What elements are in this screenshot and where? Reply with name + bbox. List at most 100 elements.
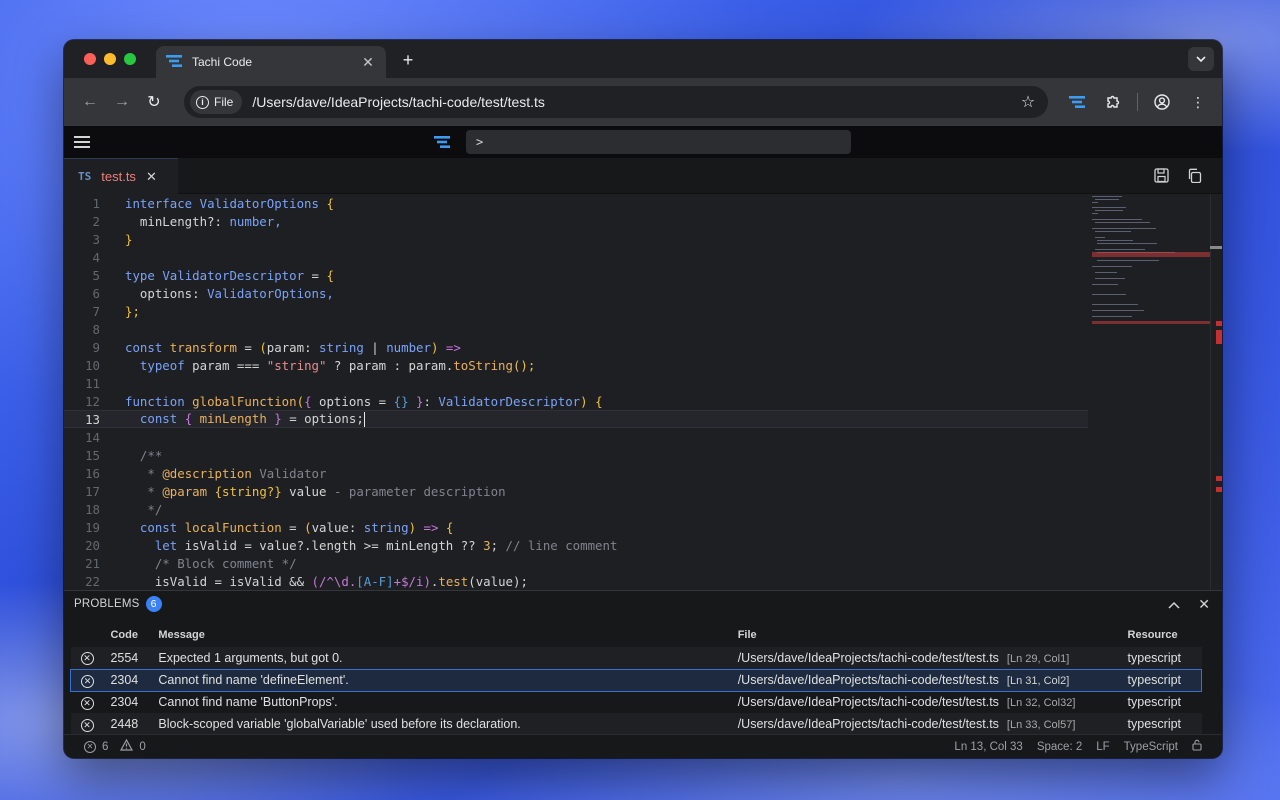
code-line: 20 let isValid = value?.length >= minLen… [64, 536, 1088, 554]
line-source: * @description Validator [147, 465, 327, 481]
command-palette-input[interactable]: > [466, 130, 851, 154]
minimap-line [1097, 260, 1159, 261]
line-source: */ [147, 501, 163, 517]
language-mode[interactable]: TypeScript [1124, 741, 1178, 753]
col-resource[interactable]: Resource [1124, 623, 1202, 647]
back-button[interactable]: ← [74, 86, 106, 118]
col-message[interactable]: Message [154, 623, 733, 647]
editor-tab-filename: test.ts [101, 169, 136, 184]
code-lines: 1 interface ValidatorOptions { 2 minLengt… [64, 194, 1088, 590]
close-icon[interactable]: ✕ [146, 169, 157, 185]
line-ending[interactable]: LF [1096, 741, 1109, 753]
info-icon: i [196, 95, 209, 109]
table-row[interactable]: ✕ 2554 Expected 1 arguments, but got 0. … [70, 647, 1202, 669]
problem-counts[interactable]: ✕ 6 0 [84, 738, 146, 754]
line-number: 20 [85, 537, 100, 553]
app-logo-icon [434, 135, 450, 153]
code-line: 10 typeof param === "string" ? param : p… [64, 356, 1088, 374]
error-count: 6 [102, 740, 109, 753]
line-number: 7 [92, 303, 100, 319]
copy-icon[interactable] [1187, 168, 1202, 183]
table-row-selected[interactable]: ✕ 2304 Cannot find name 'defineElement'.… [70, 668, 1202, 692]
line-number: 13 [85, 411, 100, 427]
close-window-button[interactable] [84, 53, 96, 65]
browser-toolbar: ← → ↻ i File /Users/dave/IdeaProjects/ta… [64, 78, 1222, 126]
site-info-chip[interactable]: i File [190, 90, 243, 114]
problems-title[interactable]: PROBLEMS [74, 598, 140, 610]
line-number: 12 [85, 393, 100, 409]
line-number: 8 [92, 321, 100, 337]
minimap-line [1095, 278, 1125, 279]
code-line: 7}; [64, 302, 1088, 320]
address-bar[interactable]: i File /Users/dave/IdeaProjects/tachi-co… [184, 86, 1048, 118]
line-number: 22 [85, 573, 100, 589]
minimap-line [1092, 284, 1118, 285]
browser-window: Tachi Code ✕ + ← → ↻ i File /Users/dave/… [64, 40, 1222, 758]
line-source: * @param {string?} value - parameter des… [147, 483, 506, 499]
code-line: 14 [64, 428, 1088, 446]
tab-close-icon[interactable]: ✕ [360, 54, 376, 71]
star-icon[interactable]: ☆ [1014, 92, 1042, 112]
minimap-line [1095, 249, 1145, 250]
chevron-down-icon [1196, 54, 1206, 65]
panel-actions: ✕ [1168, 596, 1210, 613]
minimap[interactable] [1092, 194, 1210, 590]
extension-icon[interactable] [1097, 86, 1129, 118]
line-source: typeof param === "string" ? param : para… [139, 357, 536, 373]
lock-icon[interactable] [1192, 739, 1202, 754]
tachi-logo-icon [166, 54, 182, 70]
line-number: 5 [92, 267, 100, 283]
profile-icon[interactable] [1146, 86, 1178, 118]
minimap-line [1092, 252, 1210, 257]
minimap-line [1095, 237, 1105, 238]
minimap-line [1092, 266, 1132, 267]
line-number: 19 [85, 519, 100, 535]
menu-icon[interactable] [74, 136, 90, 151]
error-marker [1216, 487, 1222, 492]
table-row[interactable]: ✕ 2304 Cannot find name 'ButtonProps'. /… [71, 691, 1202, 713]
line-number: 15 [85, 447, 100, 463]
tachi-extension-icon[interactable] [1061, 86, 1093, 118]
indentation[interactable]: Space: 2 [1037, 741, 1082, 753]
line-number: 2 [92, 213, 100, 229]
minimap-line [1092, 213, 1098, 214]
col-file[interactable]: File [734, 623, 1124, 647]
problems-panel: PROBLEMS 6 ✕ Code Message File Resource … [64, 590, 1222, 735]
vertical-scrollbar[interactable] [1210, 194, 1222, 590]
editor-tab-test-ts[interactable]: TS test.ts ✕ [64, 158, 178, 194]
line-number: 6 [92, 285, 100, 301]
line-source: minLength?: number, [139, 213, 282, 229]
forward-button[interactable]: → [106, 86, 138, 118]
tab-search-button[interactable] [1188, 47, 1214, 71]
cursor-position[interactable]: Ln 13, Col 33 [954, 741, 1022, 753]
line-number: 18 [85, 501, 100, 517]
table-row[interactable]: ✕ 2448 Block-scoped variable 'globalVari… [70, 713, 1202, 735]
url-text[interactable]: /Users/dave/IdeaProjects/tachi-code/test… [252, 94, 1014, 110]
more-icon[interactable]: ⋮ [1182, 86, 1214, 118]
scrollbar-thumb[interactable] [1210, 246, 1222, 249]
new-tab-button[interactable]: + [398, 50, 418, 71]
col-code[interactable]: Code [106, 623, 154, 647]
toolbar-separator [1137, 93, 1138, 111]
browser-tab[interactable]: Tachi Code ✕ [156, 46, 386, 78]
line-number: 16 [85, 465, 100, 481]
line-source: let isValid = value?.length >= minLength… [154, 537, 618, 553]
reload-icon: ↻ [147, 94, 161, 111]
minimap-line [1095, 199, 1119, 200]
code-line: 16 * @description Validator [64, 464, 1088, 482]
close-icon[interactable]: ✕ [1198, 596, 1210, 613]
minimap-line [1095, 222, 1150, 223]
save-icon[interactable] [1154, 168, 1169, 183]
maximize-window-button[interactable] [124, 53, 136, 65]
chevron-up-icon[interactable] [1168, 596, 1180, 613]
code-line: 8 [64, 320, 1088, 338]
reload-button[interactable]: ↻ [138, 86, 170, 118]
typescript-badge: TS [78, 170, 92, 183]
line-number: 11 [85, 375, 100, 391]
minimize-window-button[interactable] [104, 53, 116, 65]
text-cursor [363, 412, 366, 427]
line-source: type ValidatorDescriptor = { [125, 267, 334, 283]
toolbar-actions: ⋮ [1061, 86, 1214, 118]
code-editor[interactable]: 1 interface ValidatorOptions { 2 minLengt… [64, 194, 1222, 590]
line-number: 17 [85, 483, 100, 499]
